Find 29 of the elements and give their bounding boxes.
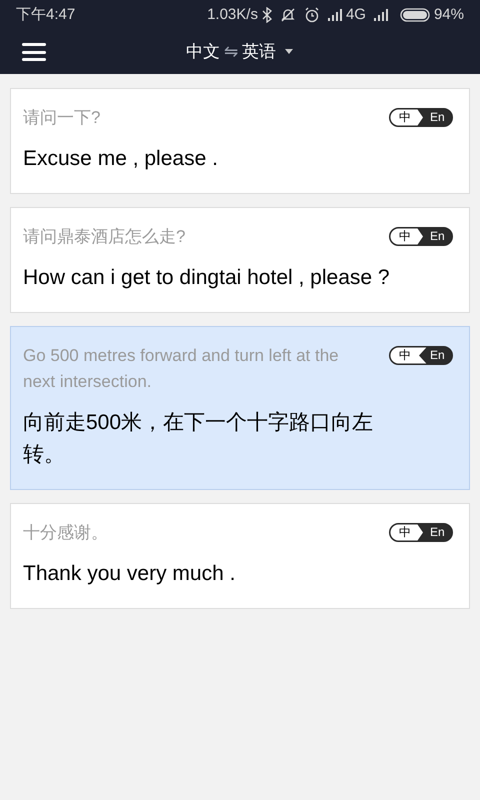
network-speed: 1.03K/s (207, 4, 258, 25)
translation-text: Excuse me , please . (23, 146, 219, 172)
direction-toggle[interactable]: 中 En (389, 227, 453, 246)
translation-text: How can i get to dingtai hotel , please ? (23, 265, 391, 291)
direction-toggle[interactable]: 中 En (389, 346, 453, 365)
direction-toggle[interactable]: 中 En (389, 523, 453, 542)
status-time: 下午4:47 (16, 4, 76, 25)
menu-button[interactable] (22, 40, 46, 64)
translation-card[interactable]: 请问鼎泰酒店怎么走? 中 En How can i get to dingtai hotel , please ? (10, 207, 470, 313)
source-text: 请问鼎泰酒店怎么走? (23, 226, 186, 248)
translation-text: Thank you very much . (23, 561, 236, 587)
translation-card[interactable]: 请问一下? 中 En Excuse me , please . (10, 88, 470, 194)
direction-toggle[interactable]: 中 En (389, 108, 453, 127)
dropdown-caret-icon (284, 49, 294, 55)
source-text: Go 500 metres forward and turn left at the next intersection. (23, 345, 340, 393)
muted-bell-icon (280, 7, 296, 23)
bluetooth-icon (262, 7, 272, 23)
battery-level: 94% (434, 4, 464, 25)
translation-text: 向前走500米，在下一个十字路口向左转。 (23, 410, 374, 468)
language-selector[interactable]: 中文 ⇋ 英语 (186, 39, 294, 65)
network-type: 4G (346, 4, 366, 25)
battery-icon (400, 8, 430, 22)
alarm-icon (304, 7, 320, 23)
source-text: 十分感谢。 (23, 522, 109, 544)
signal-icon (328, 9, 342, 21)
translation-card[interactable]: Go 500 metres forward and turn left at the next intersection. 中 En 向前走500米，在下一个十字路口向左转。 (10, 326, 470, 490)
translation-card[interactable]: 十分感谢。 中 En Thank you very much . (10, 503, 470, 609)
signal-icon (374, 9, 388, 21)
source-text: 请问一下? (23, 107, 102, 129)
